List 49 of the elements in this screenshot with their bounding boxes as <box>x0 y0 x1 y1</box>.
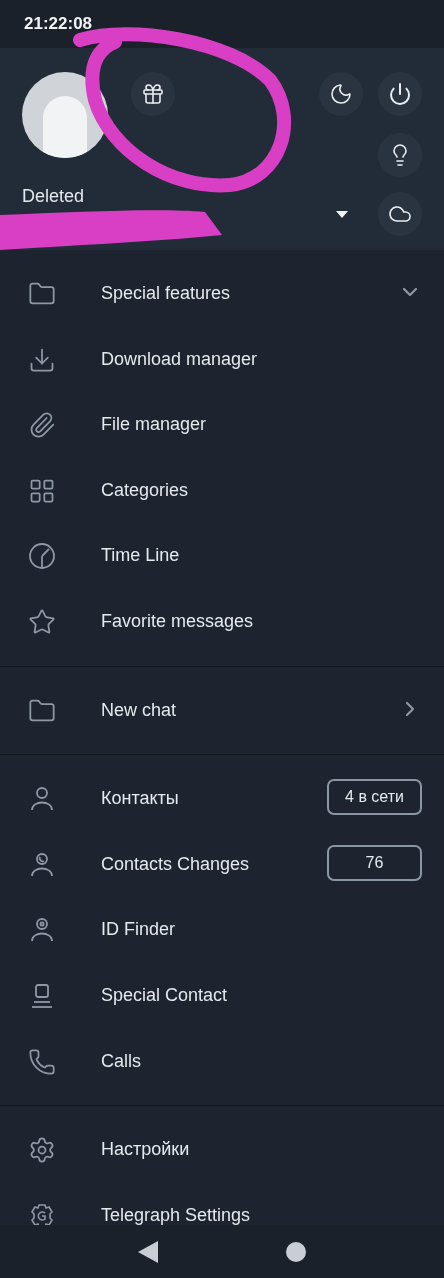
menu-item[interactable]: File manager <box>0 392 444 458</box>
gear-icon <box>28 1136 56 1165</box>
power-button[interactable] <box>378 72 422 116</box>
menu-item-label: Контакты <box>101 787 180 811</box>
menu-item-label: Настройки <box>101 1138 191 1162</box>
clock-icon <box>28 542 56 571</box>
menu-item[interactable]: Categories <box>0 457 444 524</box>
menu-item[interactable]: New chat <box>0 677 444 744</box>
menu-item-label: Categories <box>101 478 190 502</box>
back-icon[interactable] <box>138 1240 158 1263</box>
menu-item[interactable]: Time Line <box>0 523 444 589</box>
phone-icon <box>28 1047 56 1076</box>
gift-icon <box>141 82 165 106</box>
menu-item-label: Special features <box>101 282 232 305</box>
menu-item-label: Calls <box>101 1049 142 1073</box>
paperclip-icon <box>28 411 56 440</box>
moon-icon <box>329 82 353 106</box>
count-badge: 76 <box>327 844 422 881</box>
count-badge: 4 в сети <box>327 779 422 816</box>
menu-item[interactable]: Контакты 4 в сети <box>0 766 444 832</box>
menu-item-label: Telegraph Settings <box>101 1203 252 1225</box>
menu-item[interactable]: Favorite messages <box>0 588 444 655</box>
menu-item-label: Contacts Changes <box>101 852 251 876</box>
menu-item-label: Time Line <box>101 544 181 568</box>
menu-item[interactable]: Download manager <box>0 326 444 393</box>
menu-item[interactable]: ID Finder <box>0 897 444 963</box>
bulb-button[interactable] <box>378 133 422 177</box>
menu-item-label: File manager <box>101 413 208 437</box>
menu-item-label: Download manager <box>101 347 259 371</box>
home-icon[interactable] <box>286 1241 306 1262</box>
menu-item[interactable]: Calls <box>0 1028 444 1095</box>
gear-icon <box>28 1201 56 1225</box>
menu-item[interactable]: Настройки <box>0 1117 444 1183</box>
power-icon <box>388 82 412 106</box>
menu-item[interactable]: Telegraph Settings <box>0 1182 444 1225</box>
cloud-button[interactable] <box>378 192 422 236</box>
menu-item-label: ID Finder <box>101 918 177 942</box>
menu-item-label: Special Contact <box>101 983 229 1007</box>
dropdown-caret-icon[interactable] <box>336 210 348 218</box>
menu-item-label: New chat <box>101 698 178 722</box>
status-time: 21:22:08 <box>24 13 93 36</box>
menu-item[interactable]: Contacts Changes 76 <box>0 831 444 898</box>
menu-item[interactable]: Special features <box>0 261 444 327</box>
star-icon <box>28 607 56 636</box>
moon-button[interactable] <box>319 72 363 116</box>
profile-name: Deleted <box>22 185 86 208</box>
menu-item[interactable]: Special Contact <box>0 962 444 1029</box>
menu-item-label: Favorite messages <box>101 609 255 633</box>
gift-button[interactable] <box>131 72 175 116</box>
